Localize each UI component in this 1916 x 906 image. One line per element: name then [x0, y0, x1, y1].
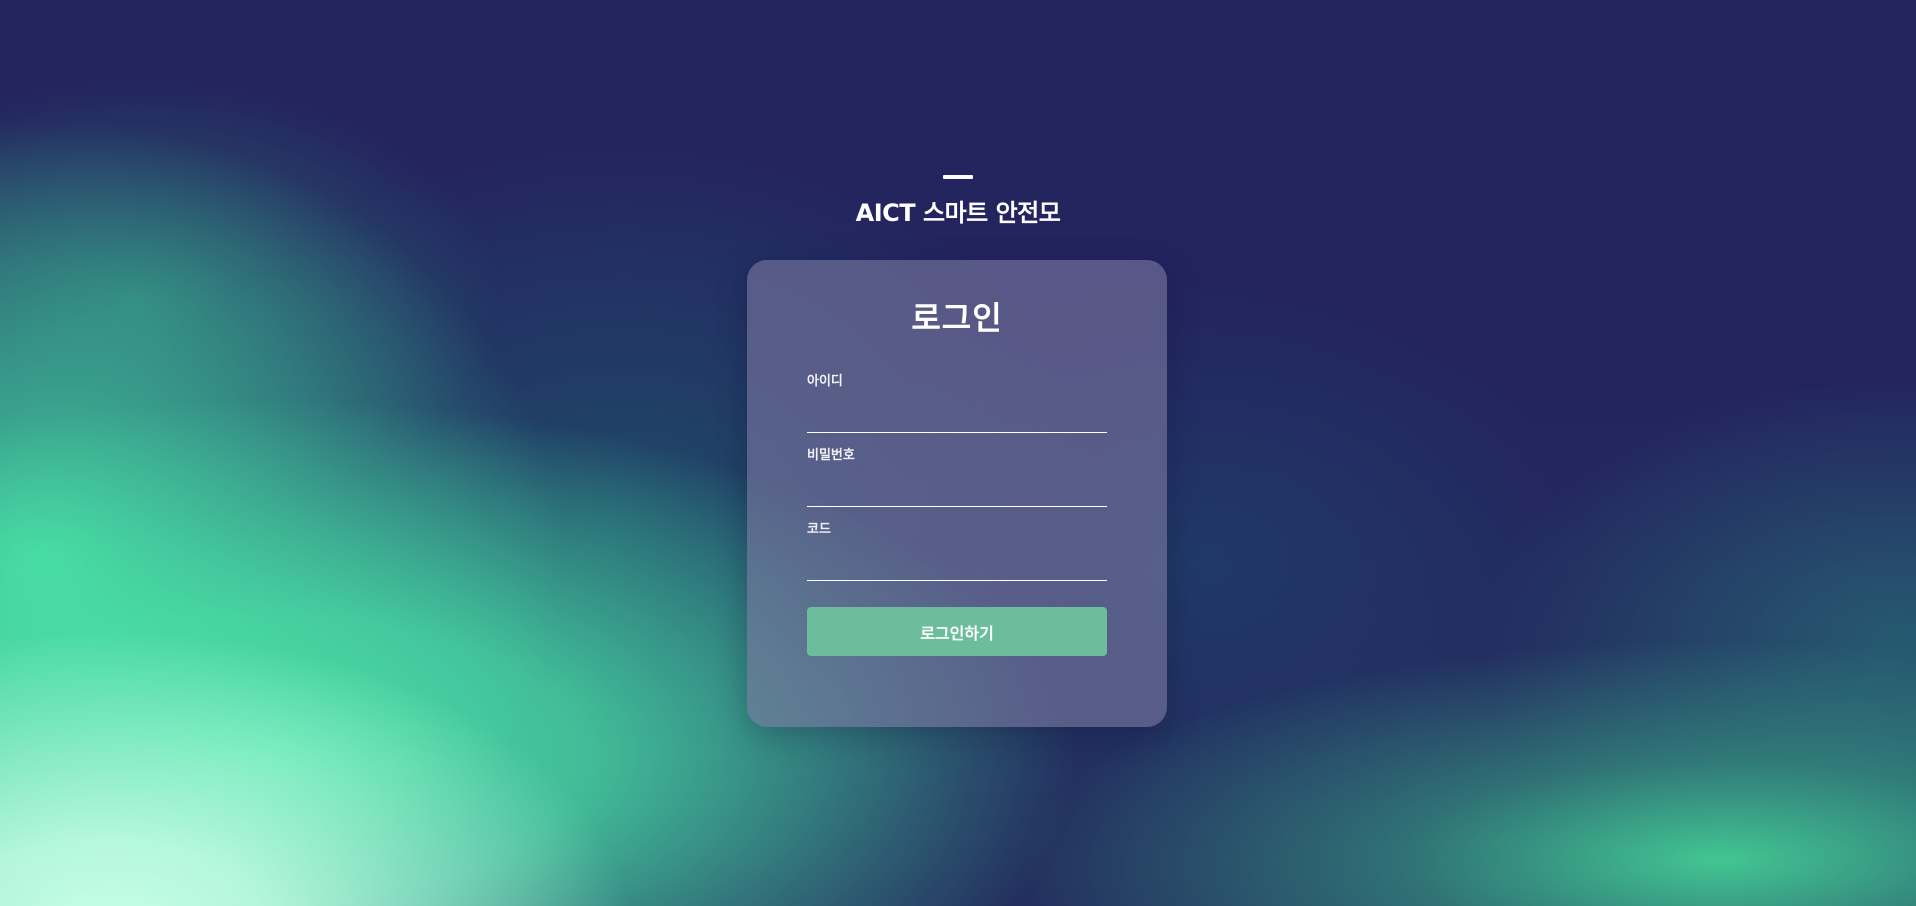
username-field-group: 아이디: [807, 373, 1107, 433]
brand-header: AICT 스마트 안전모: [0, 175, 1916, 227]
password-input[interactable]: [807, 477, 1107, 507]
app-title: AICT 스마트 안전모: [855, 199, 1061, 227]
code-label: 코드: [807, 522, 831, 537]
password-field-group: 비밀번호: [807, 447, 1107, 507]
password-label: 비밀번호: [807, 448, 855, 463]
login-title: 로그인: [911, 299, 1003, 337]
login-button[interactable]: 로그인하기: [807, 607, 1107, 656]
login-card: 로그인 아이디 비밀번호 코드 로그인하기: [747, 260, 1167, 727]
code-input[interactable]: [807, 551, 1107, 581]
brand-logo-bar: [943, 175, 973, 179]
code-field-group: 코드: [807, 521, 1107, 581]
username-input[interactable]: [807, 403, 1107, 433]
username-label: 아이디: [807, 374, 843, 389]
